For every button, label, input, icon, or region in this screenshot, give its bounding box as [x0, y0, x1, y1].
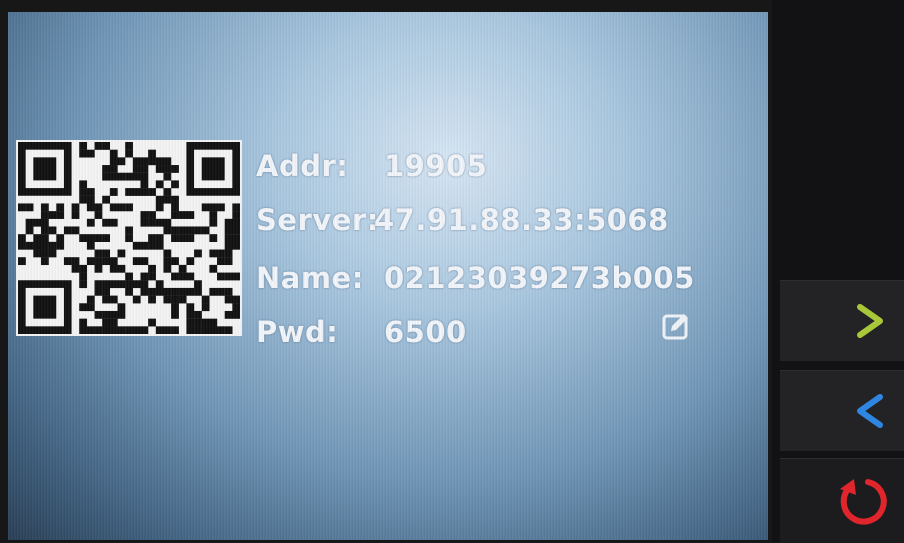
- pwd-label: Pwd:: [256, 315, 339, 349]
- reset-button[interactable]: [780, 458, 904, 543]
- pwd-value: 6500: [384, 315, 467, 349]
- server-row: Server: 47.91.88.33:5068: [256, 200, 669, 240]
- qr-code: [16, 140, 242, 336]
- device-screen: Addr: 19905 Server: 47.91.88.33:5068 Nam…: [8, 12, 768, 540]
- chevron-left-icon: [857, 394, 883, 428]
- name-row: Name: 02123039273b005: [256, 258, 695, 298]
- name-label: Name:: [256, 261, 364, 295]
- name-value: 02123039273b005: [384, 261, 695, 295]
- next-button[interactable]: [780, 280, 904, 361]
- prev-button[interactable]: [780, 370, 904, 451]
- reset-icon: [840, 479, 887, 525]
- addr-value: 19905: [384, 149, 488, 183]
- addr-label: Addr:: [256, 149, 349, 183]
- pwd-row: Pwd: 6500: [256, 312, 467, 352]
- chevron-right-icon: [857, 304, 883, 338]
- addr-row: Addr: 19905: [256, 146, 487, 186]
- edit-icon[interactable]: [658, 308, 694, 344]
- server-label: Server:: [256, 203, 379, 237]
- server-value: 47.91.88.33:5068: [374, 203, 669, 237]
- device-frame: Addr: 19905 Server: 47.91.88.33:5068 Nam…: [0, 0, 904, 543]
